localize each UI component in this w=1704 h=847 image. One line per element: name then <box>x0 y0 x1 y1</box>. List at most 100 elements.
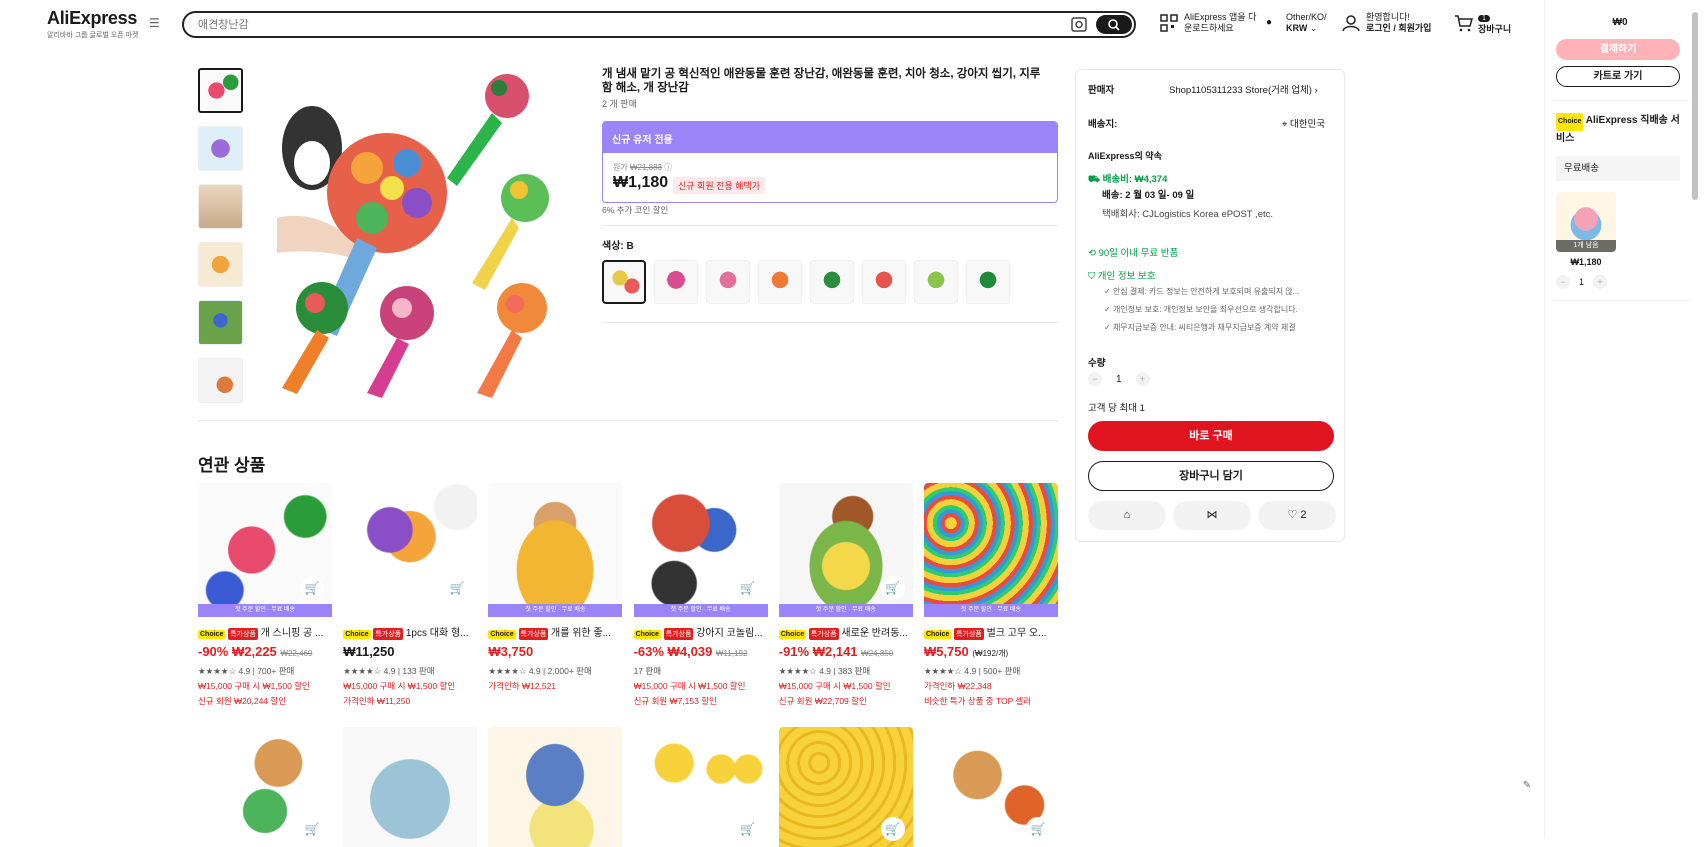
thumbnail[interactable] <box>198 242 243 287</box>
add-cart-icon[interactable]: 🛒 <box>880 817 905 841</box>
minus-button[interactable]: − <box>1556 275 1570 289</box>
color-swatch[interactable] <box>966 260 1010 304</box>
free-return-text: 90일 이내 무료 반품 <box>1098 248 1179 259</box>
location-icon: ⌖ <box>1282 119 1288 130</box>
color-swatch[interactable] <box>862 260 906 304</box>
product-card[interactable]: 🛒 <box>778 727 913 847</box>
search-button[interactable] <box>1096 15 1132 34</box>
thumbnail[interactable] <box>198 126 243 171</box>
app-download[interactable]: AliExpress 앱을 다 운로드하세요 <box>1160 12 1256 34</box>
card-title: Choice 특가상품 개를 위한 좋... <box>488 624 622 640</box>
minus-button[interactable]: − <box>1088 372 1102 386</box>
card-title-text: 개를 위한 좋... <box>551 628 611 639</box>
go-to-cart-button[interactable]: 카트로 가기 <box>1556 66 1680 87</box>
product-card[interactable]: 🛒 <box>923 727 1058 847</box>
cart-item-qty[interactable]: 1 <box>1579 277 1584 287</box>
ship-to-value[interactable]: ⌖ 대한민국 <box>1282 116 1325 130</box>
login-link[interactable]: 로그인 / 회원가입 <box>1366 23 1431 33</box>
free-return[interactable]: ⟲ 90일 이내 무료 반품 <box>1088 245 1178 259</box>
add-to-cart-button[interactable]: 장바구니 담기 <box>1088 461 1334 491</box>
card-meta: ★★★★☆ 4.9 | 2,000+ 판매 <box>488 666 592 676</box>
shipping-fee[interactable]: ⛟ 배송비: ₩4,374 <box>1088 171 1167 186</box>
product-card[interactable] <box>343 727 478 847</box>
thumbnail[interactable] <box>198 300 243 345</box>
deal-badge: 특가상품 <box>373 628 404 640</box>
cart-item-image[interactable]: 1개 남음 <box>1556 192 1616 252</box>
product-card[interactable]: 첫 주문 할인 · 무료 배송 Choice 특가상품 벌크 고무 오... ₩… <box>923 483 1058 707</box>
add-cart-icon[interactable]: 🛒 <box>300 817 324 841</box>
color-swatch[interactable] <box>758 260 802 304</box>
card-banner: 첫 주문 할인 · 무료 배송 <box>923 604 1058 617</box>
card-promo: 신규 회원 ₩20,244 할인 <box>198 696 287 706</box>
welcome-text: 환영합니다! <box>1366 12 1410 22</box>
price-tag: 신규 회원 전용 혜택가 <box>673 177 766 194</box>
card-price: ₩2,141 <box>812 644 858 659</box>
aliexpress-logo[interactable]: AliExpress 알리바바 그룹 글로벌 오픈 마켓 <box>47 8 139 40</box>
cart-icon <box>1455 15 1473 32</box>
thumbnail[interactable] <box>198 68 243 113</box>
choice-badge: Choice <box>633 630 661 639</box>
plus-button[interactable]: + <box>1135 372 1150 386</box>
card-promo: 신규 회원 ₩22,709 할인 <box>778 696 867 706</box>
product-card[interactable]: 🛒 <box>198 727 332 847</box>
qty-value[interactable]: 1 <box>1116 374 1122 385</box>
sold-count: 2 개 판매 <box>602 99 637 109</box>
choice-badge: Choice <box>1556 113 1584 131</box>
account[interactable]: 환영합니다! 로그인 / 회원가입 <box>1342 12 1431 34</box>
product-card[interactable]: 첫 주문 할인 · 무료 배송 Choice 특가상품 개를 위한 좋... ₩… <box>488 483 623 707</box>
menu-icon[interactable]: ☰ <box>149 17 161 29</box>
scrollbar[interactable] <box>1692 12 1698 200</box>
korea-flag-icon: ● <box>1266 17 1273 28</box>
color-swatch[interactable] <box>602 260 646 304</box>
card-banner: 첫 주문 할인 · 무료 배송 <box>198 604 332 617</box>
camera-search-icon[interactable] <box>1070 16 1088 33</box>
share-button[interactable]: ⋈ <box>1173 501 1251 530</box>
card-promo: 비슷한 특가 상품 중 TOP 셀러 <box>923 696 1032 706</box>
cart-link[interactable]: 1 장바구니 <box>1454 12 1511 35</box>
product-card[interactable]: 🛒 Choice 특가상품 1pcs 대화 형... ₩11,250 ★★★★☆… <box>343 483 478 707</box>
add-cart-icon[interactable]: 🛒 <box>735 817 760 841</box>
add-cart-icon[interactable]: 🛒 <box>445 576 470 600</box>
buy-now-button[interactable]: 바로 구매 <box>1088 421 1334 451</box>
product-main-image[interactable] <box>257 68 587 398</box>
privacy[interactable]: ⛉ 개인 정보 보호 <box>1088 268 1156 282</box>
product-card[interactable]: 🛒 첫 주문 할인 · 무료 배송 Choice 특가상품 강아지 코놀림...… <box>633 483 768 707</box>
add-cart-icon[interactable]: 🛒 <box>880 576 905 600</box>
stock-left: 1개 남음 <box>1556 240 1616 252</box>
add-cart-icon[interactable]: 🛒 <box>300 576 324 600</box>
free-shipping-label: 무료배송 <box>1556 156 1680 181</box>
plus-button[interactable]: + <box>1593 275 1608 289</box>
chevron-down-icon: ⌄ <box>1309 23 1318 33</box>
product-image: 🛒 <box>343 483 478 617</box>
store-button[interactable]: ⌂ <box>1088 501 1166 530</box>
color-label: 색상: B <box>602 241 634 252</box>
info-icon[interactable]: ⓘ <box>664 163 672 172</box>
search-input[interactable] <box>196 16 1046 33</box>
add-cart-icon[interactable]: 🛒 <box>1025 817 1050 841</box>
product-card[interactable]: 🛒 첫 주문 할인 · 무료 배송 Choice 특가상품 새로운 반려동...… <box>778 483 913 707</box>
color-swatch[interactable] <box>654 260 698 304</box>
product-image: 🛒 첫 주문 할인 · 무료 배송 <box>778 483 913 617</box>
color-swatch[interactable] <box>706 260 750 304</box>
choice-badge: Choice <box>198 630 226 639</box>
thumbnail[interactable] <box>198 184 243 229</box>
product-card[interactable]: 🛒 첫 주문 할인 · 무료 배송 Choice 특가상품 개 스니핑 공 ..… <box>198 483 332 707</box>
wishlist-button[interactable]: ♡ 2 <box>1258 501 1336 530</box>
wishlist-count: 2 <box>1300 509 1307 521</box>
divider <box>602 225 1058 226</box>
color-swatch[interactable] <box>810 260 854 304</box>
share-icon: ⋈ <box>1206 509 1218 521</box>
discount: -90% <box>198 644 229 659</box>
add-cart-icon[interactable]: 🛒 <box>735 576 760 600</box>
checkout-button[interactable]: 결제하기 <box>1556 39 1680 60</box>
edit-icon[interactable]: ✎ <box>1518 777 1536 795</box>
thumbnail[interactable] <box>198 358 243 403</box>
seller-link[interactable]: Shop1105311233 Store(거래 업체) › <box>1169 82 1318 96</box>
product-card[interactable] <box>488 727 623 847</box>
card-title: Choice 특가상품 강아지 코놀림... <box>633 624 768 640</box>
product-card[interactable]: 🛒 <box>633 727 768 847</box>
user-icon <box>1342 15 1360 32</box>
region-selector[interactable]: ● Other/KO/ KRW ⌄ <box>1266 12 1327 34</box>
color-swatch[interactable] <box>914 260 958 304</box>
card-price: ₩2,225 <box>231 644 277 659</box>
